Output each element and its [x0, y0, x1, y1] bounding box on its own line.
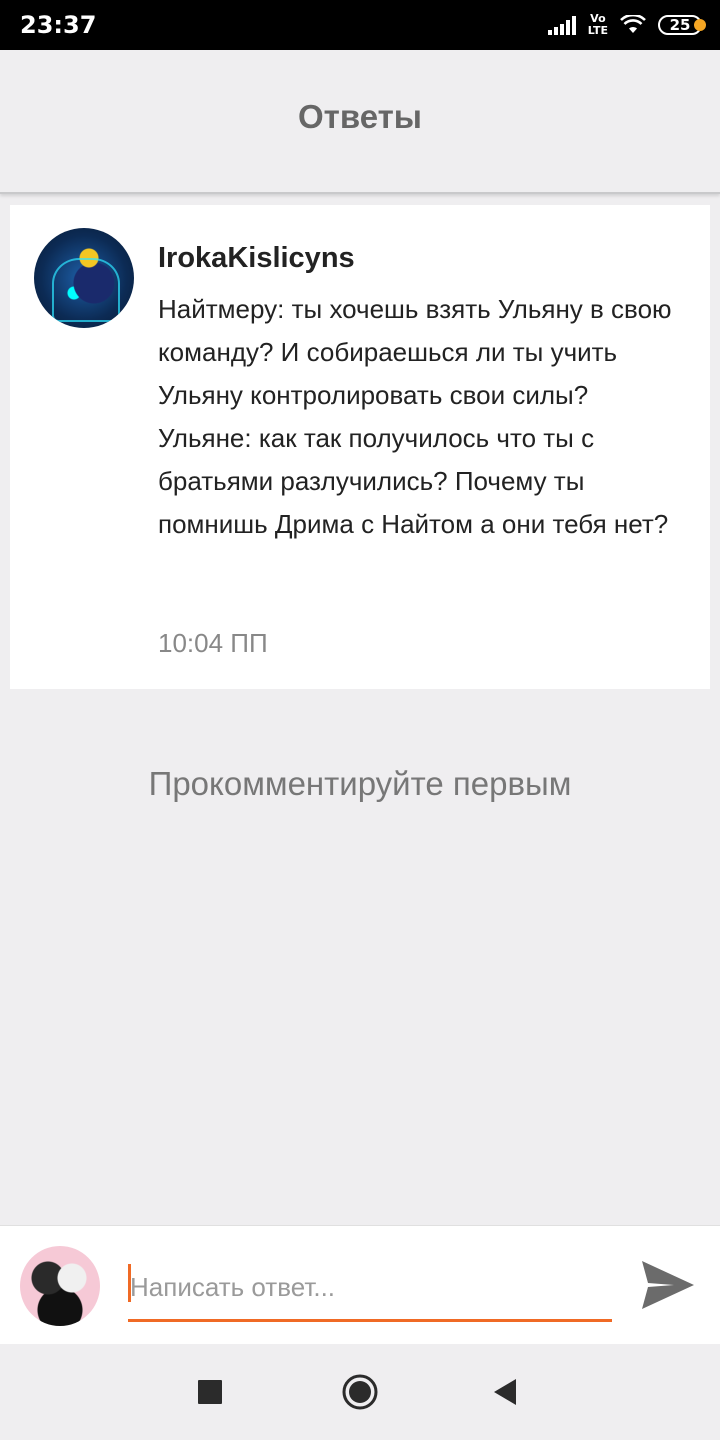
reply-input[interactable]	[128, 1260, 612, 1322]
system-nav-bar	[0, 1344, 720, 1440]
status-bar: 23:37 Vo LTE 25	[0, 0, 720, 50]
battery-level: 25	[669, 16, 691, 34]
network-label: LTE	[587, 24, 608, 37]
empty-replies-message: Прокомментируйте первым	[148, 765, 572, 802]
circle-icon	[342, 1374, 378, 1410]
page-title: Ответы	[298, 98, 422, 135]
current-user-avatar	[20, 1246, 100, 1326]
comment-card: IrokaKislicyns Найтмеру: ты хочешь взять…	[10, 205, 710, 689]
battery-icon: 25	[658, 15, 706, 35]
comment-timestamp: 10:04 ПП	[158, 628, 268, 658]
wifi-icon	[620, 15, 646, 33]
back-button[interactable]	[486, 1372, 526, 1412]
lte-icon: Vo LTE	[588, 13, 608, 37]
comment-username[interactable]: IrokaKislicyns	[158, 242, 355, 275]
commenter-avatar[interactable]	[34, 228, 134, 328]
app-bar: Ответы	[0, 50, 720, 194]
send-icon	[642, 1261, 694, 1309]
status-time: 23:37	[20, 11, 97, 39]
home-button[interactable]	[340, 1372, 380, 1412]
text-cursor	[128, 1264, 131, 1302]
square-icon	[198, 1380, 222, 1404]
status-icons: Vo LTE 25	[547, 10, 706, 40]
recent-apps-button[interactable]	[190, 1372, 230, 1412]
send-button[interactable]	[636, 1254, 700, 1316]
signal-icon	[547, 15, 576, 35]
reply-composer	[0, 1225, 720, 1344]
back-triangle-icon	[494, 1379, 516, 1405]
comment-text: Найтмеру: ты хочешь взять Ульяну в свою …	[158, 294, 672, 539]
